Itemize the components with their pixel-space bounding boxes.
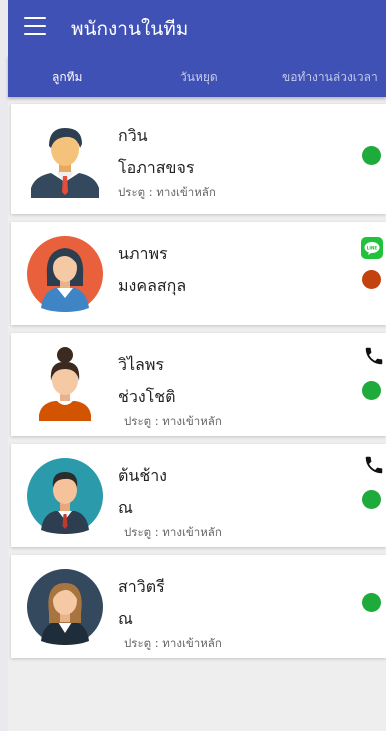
- member-first-name: นภาพร: [118, 244, 168, 263]
- member-card[interactable]: วิไลพร ช่วงโชติ ประตู : ทางเข้าหลัก: [11, 333, 386, 436]
- avatar: [27, 458, 103, 534]
- member-last-name: ช่วงโชติ: [118, 387, 176, 406]
- member-last-name: มงคลสกุล: [118, 276, 187, 295]
- svg-text:LINE: LINE: [367, 245, 378, 250]
- status-offline-indicator: [362, 270, 381, 289]
- door-label: ประตู : ทางเข้าหลัก: [124, 525, 222, 539]
- avatar: [27, 122, 103, 198]
- door-label: ประตู : ทางเข้าหลัก: [124, 414, 222, 428]
- page-title: พนักงานในทีม: [71, 18, 189, 40]
- app-bar: พนักงานในทีม: [8, 0, 386, 55]
- member-card[interactable]: สาวิตรี ณ ประตู : ทางเข้าหลัก: [11, 555, 386, 658]
- status-online-indicator: [362, 381, 381, 400]
- status-online-indicator: [362, 146, 381, 165]
- member-last-name: ณ: [118, 609, 133, 628]
- tab-bar: ลูกทีม วันหยุด ขอทำงานล่วงเวลา: [8, 55, 386, 97]
- tab-team-members[interactable]: ลูกทีม: [52, 68, 82, 87]
- member-card[interactable]: กวิน โอภาสขจร ประตู : ทางเข้าหลัก: [11, 104, 386, 214]
- avatar: [27, 569, 103, 645]
- door-label: ประตู : ทางเข้าหลัก: [118, 185, 216, 199]
- member-first-name: สาวิตรี: [118, 577, 165, 596]
- status-online-indicator: [362, 490, 381, 509]
- phone-icon[interactable]: [363, 345, 385, 367]
- member-list: กวิน โอภาสขจร ประตู : ทางเข้าหลัก นภาพร …: [11, 104, 386, 666]
- phone-icon[interactable]: [363, 454, 385, 476]
- status-online-indicator: [362, 593, 381, 612]
- hamburger-menu-icon[interactable]: [24, 17, 46, 35]
- active-tab-indicator: [8, 94, 134, 97]
- member-first-name: กวิน: [118, 126, 148, 145]
- door-label: ประตู : ทางเข้าหลัก: [124, 636, 222, 650]
- member-card[interactable]: นภาพร มงคลสกุล LINE: [11, 222, 386, 325]
- avatar: [27, 236, 103, 312]
- member-first-name: ต้นช้าง: [118, 466, 167, 485]
- app-frame: พนักงานในทีม ลูกทีม วันหยุด ขอทำงานล่วงเ…: [8, 0, 386, 731]
- tab-overtime-request[interactable]: ขอทำงานล่วงเวลา: [282, 68, 378, 87]
- member-last-name: โอภาสขจร: [118, 158, 195, 177]
- member-card[interactable]: ต้นช้าง ณ ประตู : ทางเข้าหลัก: [11, 444, 386, 547]
- tab-holidays[interactable]: วันหยุด: [180, 68, 218, 87]
- member-first-name: วิไลพร: [118, 355, 164, 374]
- line-icon[interactable]: LINE: [361, 237, 383, 259]
- avatar: [27, 345, 103, 421]
- member-last-name: ณ: [118, 498, 133, 517]
